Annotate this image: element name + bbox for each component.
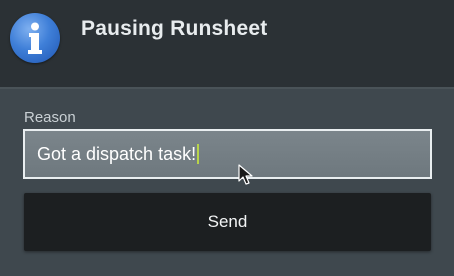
- reason-label: Reason: [24, 109, 76, 126]
- dialog-content: Reason Got a dispatch task! Send: [0, 89, 454, 276]
- dialog-title: Pausing Runsheet: [81, 17, 268, 40]
- pausing-runsheet-dialog: Pausing Runsheet Reason Got a dispatch t…: [0, 0, 454, 276]
- reason-input[interactable]: Got a dispatch task!: [23, 129, 432, 179]
- text-caret: [197, 144, 200, 164]
- reason-input-value: Got a dispatch task!: [37, 143, 197, 164]
- info-icon: [10, 13, 60, 63]
- mouse-pointer-icon: [238, 164, 253, 185]
- send-button[interactable]: Send: [24, 193, 431, 251]
- send-button-label: Send: [207, 212, 248, 231]
- dialog-title-bar: Pausing Runsheet: [0, 0, 454, 89]
